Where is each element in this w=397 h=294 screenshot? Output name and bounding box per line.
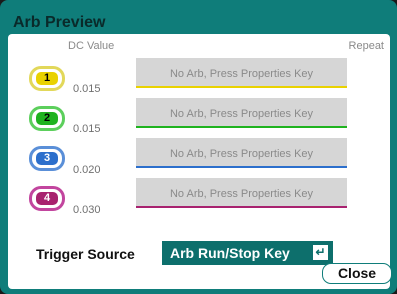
channel-2-dc-value: 0.015 bbox=[73, 123, 101, 135]
channel-3-arb-preview: No Arb, Press Properties Key bbox=[136, 138, 347, 168]
channel-1-waveform-line bbox=[136, 86, 347, 88]
channel-3-badge: 3 bbox=[29, 146, 65, 171]
close-button[interactable]: Close bbox=[322, 263, 392, 284]
channel-4-dc-value: 0.030 bbox=[73, 204, 101, 216]
arb-preview-panel: DC Value Repeat 1 0.015 No Arb, Press Pr… bbox=[8, 34, 392, 289]
channel-1-badge: 1 bbox=[29, 66, 65, 91]
channel-4-arb-preview: No Arb, Press Properties Key bbox=[136, 178, 347, 208]
channel-2-number: 2 bbox=[36, 112, 58, 125]
channel-1-number: 1 bbox=[36, 72, 58, 85]
channel-3-arb-text: No Arb, Press Properties Key bbox=[169, 148, 314, 160]
channel-1-dc-value: 0.015 bbox=[73, 83, 101, 95]
channel-2-badge: 2 bbox=[29, 106, 65, 131]
channel-1-arb-text: No Arb, Press Properties Key bbox=[169, 68, 314, 80]
trigger-source-value: Arb Run/Stop Key bbox=[170, 245, 290, 261]
channel-4-waveform-line bbox=[136, 206, 347, 208]
channel-2-waveform-line bbox=[136, 126, 347, 128]
dialog-title: Arb Preview bbox=[13, 14, 106, 31]
channel-1-arb-preview: No Arb, Press Properties Key bbox=[136, 58, 347, 88]
channel-2-arb-preview: No Arb, Press Properties Key bbox=[136, 98, 347, 128]
channel-4-arb-text: No Arb, Press Properties Key bbox=[169, 188, 314, 200]
channel-3-number: 3 bbox=[36, 152, 58, 165]
channel-3-dc-value: 0.020 bbox=[73, 164, 101, 176]
repeat-header: Repeat bbox=[348, 40, 384, 52]
channel-4-number: 4 bbox=[36, 192, 58, 205]
arb-preview-dialog: Arb Preview DC Value Repeat 1 0.015 No A… bbox=[0, 0, 397, 294]
trigger-source-label: Trigger Source bbox=[36, 246, 135, 262]
channel-4-badge: 4 bbox=[29, 186, 65, 211]
trigger-source-select[interactable]: Arb Run/Stop Key ↵ bbox=[162, 241, 333, 265]
channel-2-arb-text: No Arb, Press Properties Key bbox=[169, 108, 314, 120]
dc-value-header: DC Value bbox=[68, 40, 115, 52]
enter-icon: ↵ bbox=[313, 245, 328, 260]
channel-3-waveform-line bbox=[136, 166, 347, 168]
